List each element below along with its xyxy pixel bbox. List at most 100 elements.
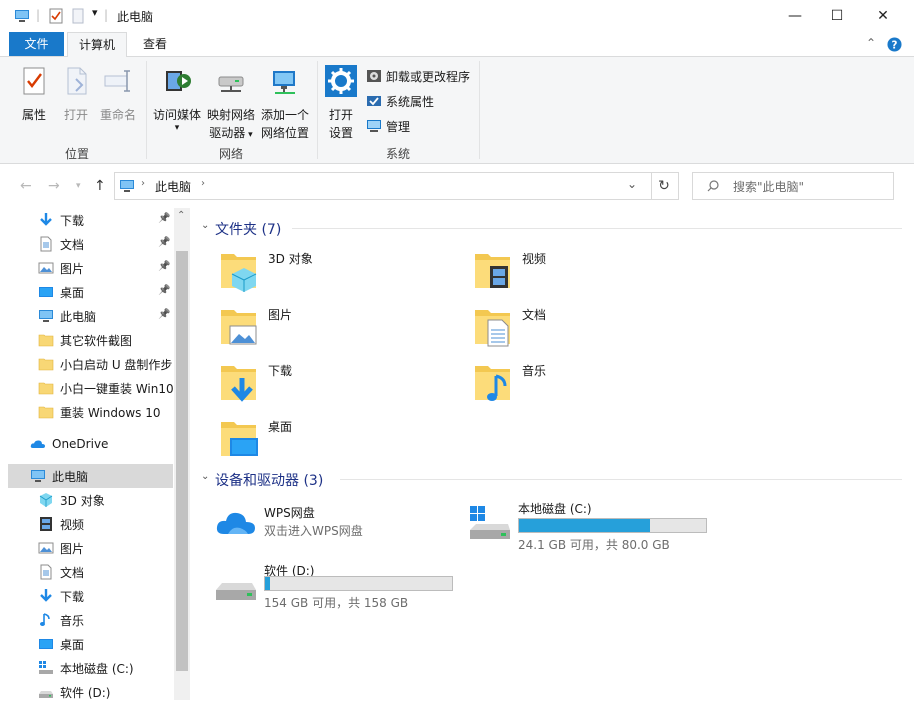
3d-objects-folder-icon <box>221 254 257 292</box>
settings-gear-icon <box>325 65 357 97</box>
new-folder-icon[interactable] <box>70 8 86 24</box>
close-button[interactable]: ✕ <box>860 0 906 32</box>
nav-item[interactable]: 文档 <box>8 560 173 584</box>
folder-tile[interactable]: 图片 <box>218 304 468 354</box>
tab-file[interactable]: 文件 <box>9 32 64 56</box>
devices-section-header[interactable]: 设备和驱动器 (3) <box>215 470 323 490</box>
folder-label: 文档 <box>522 308 547 322</box>
desktop-folder-icon <box>221 422 258 456</box>
nav-item[interactable]: 此电脑 <box>8 464 173 488</box>
nav-item[interactable]: 图片 📌 <box>8 256 173 280</box>
local-disk-c[interactable]: 本地磁盘 (C:) 24.1 GB 可用，共 80.0 GB <box>468 498 728 552</box>
up-arrow-icon[interactable]: ↑ <box>94 178 106 194</box>
search-icon <box>707 180 719 192</box>
pin-icon: 📌 <box>158 309 171 320</box>
uninstall-program-button[interactable]: 卸载或更改程序 <box>366 65 476 87</box>
nav-item[interactable]: 小白启动 U 盘制作步 <box>8 352 173 376</box>
nav-item[interactable]: OneDrive <box>8 432 173 456</box>
nav-item[interactable]: 软件 (D:) <box>8 680 173 704</box>
nav-item[interactable]: 桌面 <box>8 632 173 656</box>
nav-item[interactable]: 本地磁盘 (C:) <box>8 656 173 680</box>
properties-button[interactable]: 属性 <box>14 65 54 124</box>
nav-item[interactable]: 音乐 <box>8 608 173 632</box>
open-button[interactable]: 打开 <box>58 65 94 124</box>
disk-c-usage-bar <box>518 518 707 533</box>
refresh-button[interactable]: ↻ <box>650 172 679 200</box>
folder-tile[interactable]: 下载 <box>218 360 468 410</box>
add-network-location-icon <box>273 71 295 94</box>
nav-item-label: 桌面 <box>60 285 85 300</box>
properties-check-icon <box>23 67 45 95</box>
manage-computer-icon <box>367 120 381 132</box>
nav-item[interactable]: 3D 对象 <box>8 488 173 512</box>
navigation-bar: ← → ▾ ↑ › 此电脑 › ⌄ ↻ 搜索"此电脑" <box>0 164 914 208</box>
nav-item-label: 图片 <box>60 541 85 556</box>
pin-icon: 📌 <box>158 213 171 224</box>
breadcrumb-this-pc[interactable]: 此电脑 <box>155 178 191 195</box>
nav-item[interactable]: 视频 <box>8 512 173 536</box>
forward-arrow-icon[interactable]: → <box>48 178 60 194</box>
add-network-location-button[interactable]: 添加一个 网络位置 <box>258 65 312 142</box>
nav-item[interactable]: 下载 <box>8 584 173 608</box>
search-box[interactable]: 搜索"此电脑" <box>692 172 894 200</box>
rename-button[interactable]: 重命名 <box>96 65 140 124</box>
nav-item-label: 文档 <box>60 565 85 580</box>
folder-label: 视频 <box>522 252 547 266</box>
recent-locations-icon[interactable]: ▾ <box>76 181 81 191</box>
nav-item[interactable]: 其它软件截图 <box>8 328 173 352</box>
folder-tile[interactable]: 视频 <box>472 248 722 298</box>
back-arrow-icon[interactable]: ← <box>20 178 32 194</box>
folder-tile[interactable]: 音乐 <box>472 360 722 410</box>
nav-item[interactable]: 桌面 📌 <box>8 280 173 304</box>
access-media-button[interactable]: 访问媒体 ▾ <box>150 65 204 133</box>
download-arrow-icon <box>38 212 54 228</box>
nav-item[interactable]: 重装 Windows 10 <box>8 400 173 424</box>
scroll-up-icon[interactable]: ⌃ <box>177 210 185 221</box>
open-settings-button[interactable]: 打开 设置 <box>322 65 360 142</box>
breadcrumb-chevron-icon[interactable]: › <box>141 178 145 189</box>
nav-item-label: 下载 <box>60 213 85 228</box>
system-properties-button[interactable]: 系统属性 <box>366 90 476 112</box>
collapse-chevron-icon[interactable]: ⌄ <box>201 220 209 231</box>
disk-icon <box>38 684 54 700</box>
maximize-button[interactable]: ☐ <box>814 0 860 32</box>
tab-computer[interactable]: 计算机 <box>67 32 127 58</box>
nav-item-label: OneDrive <box>52 437 109 451</box>
collapse-chevron-icon[interactable]: ⌄ <box>201 471 209 482</box>
address-history-dropdown[interactable]: ⌄ <box>627 177 637 191</box>
manage-button[interactable]: 管理 <box>366 115 476 137</box>
collapse-ribbon-icon[interactable]: ⌃ <box>866 36 876 50</box>
nav-item[interactable]: 下载 📌 <box>8 208 173 232</box>
document-icon <box>38 564 54 580</box>
nav-item[interactable]: 文档 📌 <box>8 232 173 256</box>
nav-item[interactable]: 图片 <box>8 536 173 560</box>
nav-item-label: 此电脑 <box>60 309 97 324</box>
nav-scrollbar-thumb[interactable] <box>176 251 188 671</box>
tab-view[interactable]: 查看 <box>131 32 179 56</box>
folder-tile[interactable]: 3D 对象 <box>218 248 468 298</box>
desktop-icon <box>38 636 54 652</box>
help-icon[interactable]: ? <box>887 37 902 52</box>
address-bar[interactable]: › 此电脑 › ⌄ <box>114 172 652 200</box>
video-folder-icon <box>475 254 510 288</box>
folder-tile[interactable]: 文档 <box>472 304 722 354</box>
nav-item-label: 小白启动 U 盘制作步 <box>60 357 173 372</box>
software-disk-d[interactable]: 软件 (D:) 154 GB 可用，共 158 GB <box>214 560 474 610</box>
minimize-button[interactable]: — <box>772 0 818 32</box>
group-label-system: 系统 <box>385 147 410 161</box>
folder-icon <box>38 404 54 420</box>
nav-item-label: 此电脑 <box>52 469 89 484</box>
folders-section-header[interactable]: 文件夹 (7) <box>215 219 281 239</box>
map-network-drive-button[interactable]: 映射网络 驱动器 ▾ <box>204 65 258 144</box>
folder-tile[interactable]: 桌面 <box>218 416 468 466</box>
breadcrumb-chevron-icon[interactable]: › <box>201 178 205 189</box>
music-folder-icon <box>475 366 510 401</box>
wps-cloud-drive[interactable]: WPS网盘 双击进入WPS网盘 <box>214 502 464 552</box>
rename-icon <box>104 70 130 92</box>
this-pc-icon <box>120 180 134 192</box>
nav-item[interactable]: 小白一键重装 Win10 <box>8 376 173 400</box>
nav-item[interactable]: 此电脑 📌 <box>8 304 173 328</box>
nav-item-label: 下载 <box>60 589 85 604</box>
quick-access-dropdown[interactable]: ▾ <box>92 6 98 19</box>
properties-check-icon[interactable] <box>48 8 64 24</box>
